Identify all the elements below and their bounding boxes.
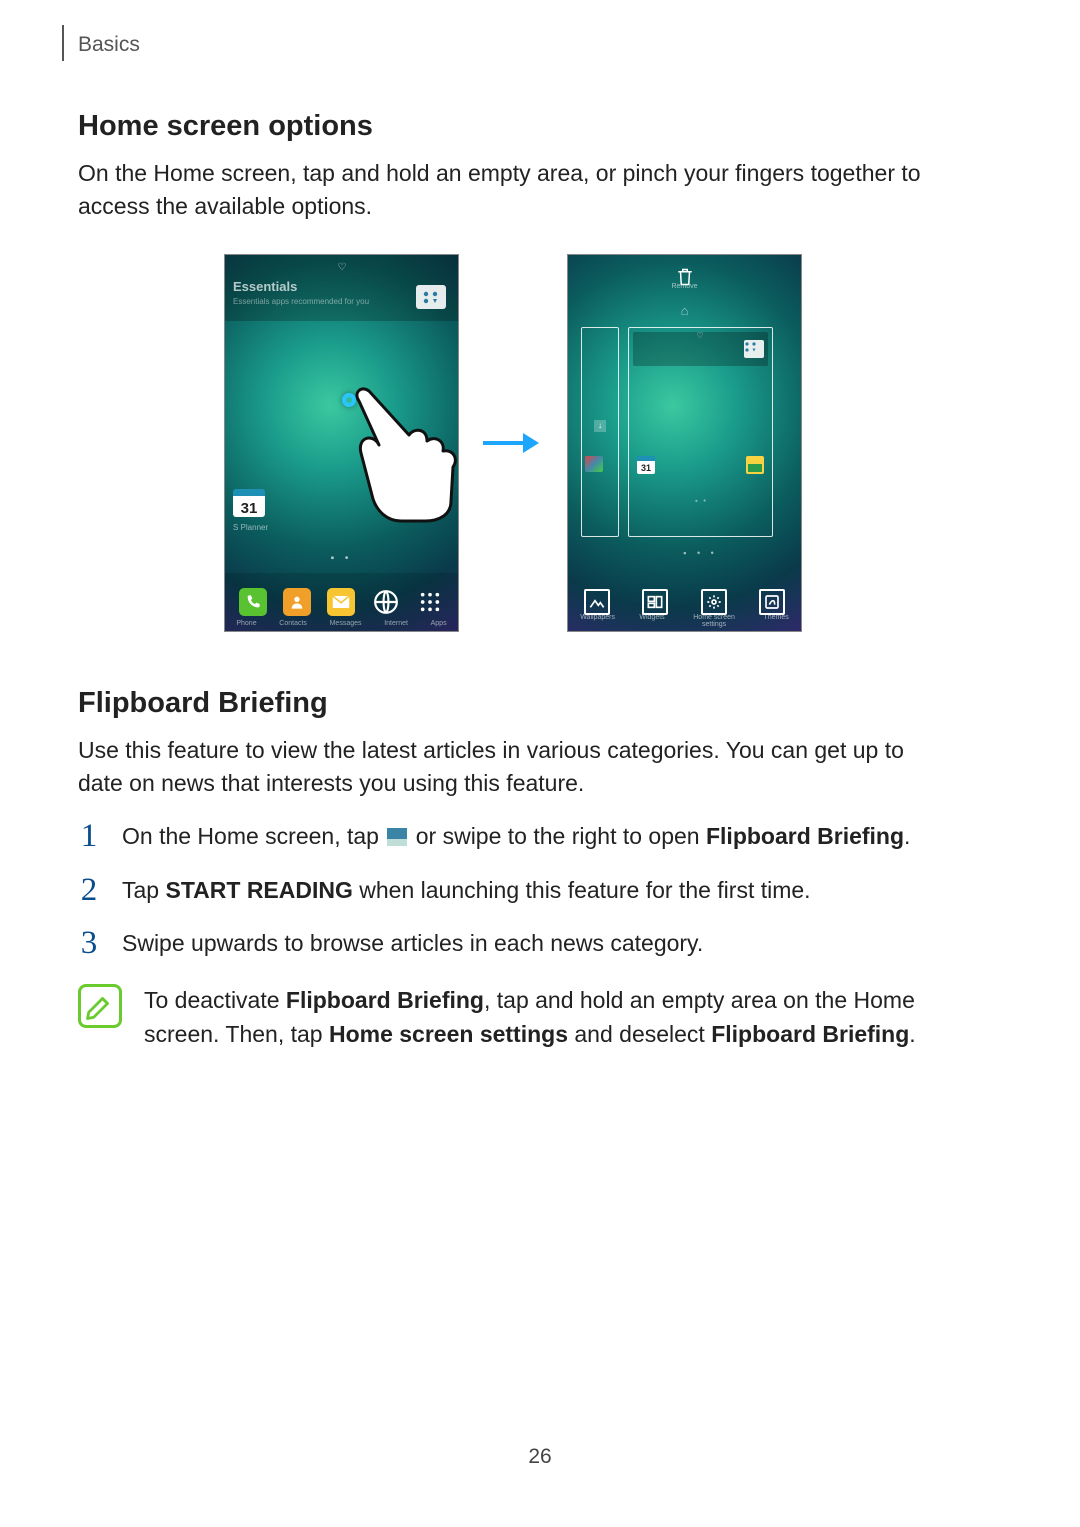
remove-label: Remove bbox=[568, 283, 801, 290]
steps-list: 1 On the Home screen, tap or swipe to th… bbox=[78, 820, 948, 960]
step-number: 1 bbox=[78, 820, 100, 853]
calendar-widget: 31 bbox=[637, 456, 655, 474]
label-themes: Themes bbox=[763, 614, 788, 628]
arrow-right-icon bbox=[483, 433, 543, 453]
briefing-inline-icon bbox=[387, 828, 407, 846]
dock-labels: Phone Contacts Messages Internet Apps bbox=[225, 620, 458, 627]
label-widgets: Widgets bbox=[639, 614, 664, 628]
note-text: To deactivate Flipboard Briefing, tap an… bbox=[144, 984, 948, 1051]
running-header: Basics bbox=[78, 33, 140, 57]
section2: Flipboard Briefing Use this feature to v… bbox=[78, 687, 948, 1051]
page-number: 26 bbox=[0, 1445, 1080, 1469]
strong-flipboard: Flipboard Briefing bbox=[706, 823, 904, 849]
section2-title: Flipboard Briefing bbox=[78, 687, 948, 720]
step-2: 2 Tap START READING when launching this … bbox=[78, 874, 948, 907]
label-hss: Home screen settings bbox=[689, 614, 739, 628]
label-wallpapers: Wallpapers bbox=[580, 614, 615, 628]
section1-title: Home screen options bbox=[78, 110, 948, 143]
messages-icon bbox=[327, 588, 355, 616]
internet-icon bbox=[372, 588, 400, 616]
widgets-icon bbox=[642, 589, 668, 615]
download-icon: ↓ bbox=[594, 420, 606, 432]
dock-label-messages: Messages bbox=[330, 620, 362, 627]
calendar-label: S Planner bbox=[233, 523, 268, 532]
strong-hss: Home screen settings bbox=[329, 1021, 568, 1047]
apps-chip-icon bbox=[416, 285, 446, 309]
page-indicator: ▪ • bbox=[225, 553, 458, 564]
figure-row: ♡ Essentials Essentials apps recommended… bbox=[78, 254, 948, 632]
step-2-text: Tap START READING when launching this fe… bbox=[122, 874, 811, 907]
contacts-icon bbox=[283, 588, 311, 616]
step-1-text: On the Home screen, tap or swipe to the … bbox=[122, 820, 910, 853]
step-1: 1 On the Home screen, tap or swipe to th… bbox=[78, 820, 948, 853]
top-panel: Essentials Essentials apps recommended f… bbox=[225, 255, 458, 321]
dock-label-apps: Apps bbox=[431, 620, 447, 627]
themes-icon bbox=[759, 589, 785, 615]
section1-body: On the Home screen, tap and hold an empt… bbox=[78, 157, 948, 224]
page-content: Home screen options On the Home screen, … bbox=[78, 110, 948, 1051]
editor-bottom-labels: Wallpapers Widgets Home screen settings … bbox=[568, 614, 801, 628]
section2-body: Use this feature to view the latest arti… bbox=[78, 734, 948, 801]
mini-widget-row: 31 bbox=[637, 456, 764, 474]
note-icon bbox=[78, 984, 122, 1028]
screenshot-home-editor: Remove ⌂ ↓ ♡ 31 ▪ • ▪ • • bbox=[567, 254, 802, 632]
editor-pager: ▪ • • bbox=[628, 548, 773, 558]
gallery-mini-icon bbox=[585, 456, 603, 472]
strong-fb1: Flipboard Briefing bbox=[286, 987, 484, 1013]
apps-grid-icon bbox=[416, 588, 444, 616]
apps-chip-icon bbox=[744, 340, 764, 358]
wallpapers-icon bbox=[584, 589, 610, 615]
main-panel-outline: ♡ 31 ▪ • bbox=[628, 327, 773, 537]
top-bar bbox=[568, 255, 801, 299]
settings-icon bbox=[701, 589, 727, 615]
mini-pager: ▪ • bbox=[633, 498, 768, 508]
strong-fb2: Flipboard Briefing bbox=[711, 1021, 909, 1047]
strong-start-reading: START READING bbox=[165, 877, 352, 903]
dock-label-contacts: Contacts bbox=[279, 620, 307, 627]
step-3: 3 Swipe upwards to browse articles in ea… bbox=[78, 927, 948, 960]
hand-illustration bbox=[353, 383, 459, 523]
dock-label-internet: Internet bbox=[384, 620, 408, 627]
screenshot-home-screen: ♡ Essentials Essentials apps recommended… bbox=[224, 254, 459, 632]
calendar-widget: 31 bbox=[233, 489, 265, 517]
panel-title: Essentials bbox=[233, 279, 297, 294]
step-number: 3 bbox=[78, 927, 100, 960]
step-number: 2 bbox=[78, 874, 100, 907]
home-outline-icon: ⌂ bbox=[568, 303, 801, 318]
note-block: To deactivate Flipboard Briefing, tap an… bbox=[78, 984, 948, 1051]
picture-widget bbox=[746, 456, 764, 474]
panel-subtitle: Essentials apps recommended for you bbox=[233, 297, 369, 306]
header-divider bbox=[62, 25, 64, 61]
dock-label-phone: Phone bbox=[236, 620, 256, 627]
phone-icon bbox=[239, 588, 267, 616]
step-3-text: Swipe upwards to browse articles in each… bbox=[122, 927, 703, 960]
left-panel-outline: ↓ bbox=[581, 327, 619, 537]
